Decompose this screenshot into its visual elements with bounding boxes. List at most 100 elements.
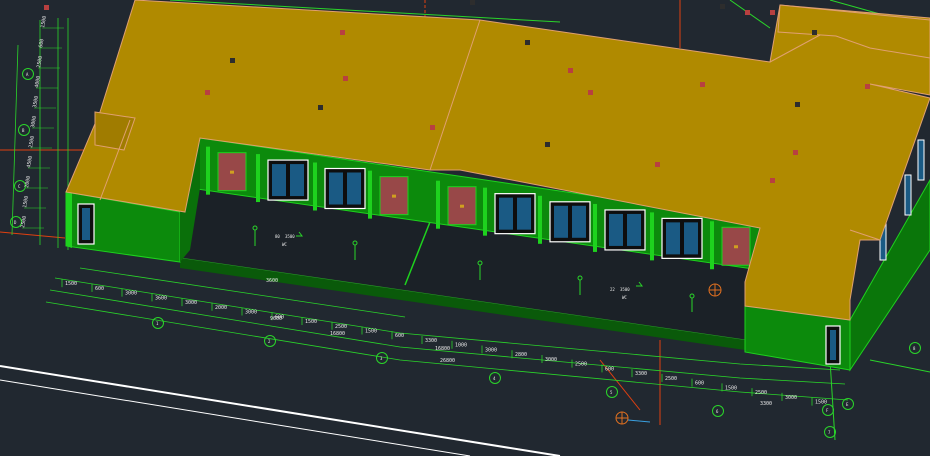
left-dimension-label: 1500 (22, 195, 30, 208)
grid-bubble-label: 2 (268, 339, 271, 344)
dimension-label: 2500 (335, 324, 347, 330)
roof-drain (343, 76, 348, 81)
left-dimension-label: 3500 (32, 95, 40, 108)
dimension-label: 2500 (665, 376, 677, 382)
roof-drain (525, 40, 530, 45)
left-dimension-label: 4000 (34, 75, 42, 88)
grid-bubble: E (842, 398, 854, 410)
left-dimension-label: 600 (38, 38, 45, 48)
room-tag-1: WC (282, 242, 287, 247)
dimension-total: 3300 (760, 401, 772, 407)
roof-drain (430, 125, 435, 130)
cad-3d-scene[interactable]: 12345678ABCDEF 80 3500 22 3500 WC WC 150… (0, 0, 930, 456)
left-dimension-label: 3000 (30, 115, 38, 128)
roof-drain (318, 105, 323, 110)
grid-bubble: A (22, 68, 34, 80)
tag-courtyard-right: 22 (610, 287, 615, 292)
roof-drain (655, 162, 660, 167)
dimension-label: 600 (695, 381, 704, 387)
roof-drain (470, 0, 475, 5)
dimension-label: 3300 (635, 371, 647, 377)
dimension-label: 1500 (65, 281, 77, 287)
roof-drain (568, 68, 573, 73)
dimension-label: 600 (395, 333, 404, 339)
roof-drain (44, 5, 49, 10)
model-viewport[interactable]: 12345678ABCDEF 80 3500 22 3500 WC WC 150… (0, 0, 930, 456)
left-dimension-label: 1500 (40, 15, 48, 28)
roof-drain (812, 30, 817, 35)
grid-bubble-label: B (22, 128, 25, 133)
dimension-label: 2800 (515, 352, 527, 358)
grid-bubble: 2 (264, 335, 276, 347)
facade-window (324, 167, 366, 210)
dimension-label: 3300 (425, 338, 437, 344)
dimension-label: 3000 (185, 300, 197, 306)
grid-bubble-label: 6 (716, 409, 719, 414)
roof-drain (793, 150, 798, 155)
grid-bubble: 4 (489, 372, 501, 384)
facade-door (447, 186, 477, 226)
roof-drain (770, 178, 775, 183)
grid-bubble-label: 1 (156, 321, 159, 326)
facade-door (721, 226, 751, 266)
roof-drain (865, 84, 870, 89)
dimension-total: 16800 (330, 331, 345, 337)
grid-bubble-label: F (826, 408, 829, 413)
dimension-label: 1500 (815, 400, 827, 406)
grid-bubble-label: 4 (493, 376, 496, 381)
facade-door (217, 152, 247, 192)
grid-bubble: 8 (909, 342, 921, 354)
facade-window (661, 217, 703, 259)
facade-window (494, 193, 536, 235)
dimension-total: 16800 (435, 346, 450, 352)
grid-bubble: 7 (824, 426, 836, 438)
facade-window (549, 201, 591, 243)
dimension-label: 3000 (125, 291, 137, 297)
left-dimension-label: 4500 (26, 155, 34, 168)
dimension-label: 3600 (155, 295, 167, 301)
dimension-label: 3000 (485, 347, 497, 353)
facade-window (604, 209, 646, 251)
roof-drain (205, 90, 210, 95)
grid-bubble-label: C (18, 184, 21, 189)
roof-drain (545, 142, 550, 147)
dimension-label: 2000 (215, 305, 227, 311)
left-wing-corner (66, 190, 72, 248)
grid-bubble-label: D (14, 220, 17, 225)
grid-bubble-label: 5 (610, 390, 613, 395)
dimension-label: 3000 (545, 357, 557, 363)
dimension-label: 1500 (365, 329, 377, 335)
roof-drain (340, 30, 345, 35)
tag-courtyard-left-b: 3500 (285, 234, 295, 239)
dimension-label: 1500 (725, 385, 737, 391)
tag-courtyard-left: 80 (275, 234, 280, 239)
grid-bubble: 6 (712, 405, 724, 417)
dimension-label: 2500 (575, 362, 587, 368)
grid-bubble-label: A (26, 72, 29, 77)
grid-bubble: F (822, 404, 834, 416)
left-dimension-label: 2500 (36, 55, 44, 68)
dimension-label: 600 (605, 366, 614, 372)
dimension-total: 9600 (270, 316, 282, 322)
dimension-label: 2500 (755, 390, 767, 396)
grid-bubble: 1 (152, 317, 164, 329)
roof-drain (588, 90, 593, 95)
roof-drain (770, 10, 775, 15)
dimension-label: 3000 (785, 395, 797, 401)
left-wing-window (77, 203, 95, 245)
grid-bubble-label: 7 (828, 430, 831, 435)
grid-bubble: B (18, 124, 30, 136)
roof-drain (745, 10, 750, 15)
roof-drain (720, 4, 725, 9)
left-dimension-label: 2500 (28, 135, 36, 148)
dimension-total: 3600 (266, 278, 278, 284)
roof-drain (700, 82, 705, 87)
dimension-label: 3000 (245, 310, 257, 316)
left-dimension-label: 2000 (24, 175, 32, 188)
grid-bubble-label: E (846, 402, 849, 407)
facade-door (379, 176, 409, 216)
tag-courtyard-right-b: 3500 (620, 287, 630, 292)
room-tag-2: WC (622, 295, 627, 300)
right-wing-window (825, 325, 841, 365)
dimension-total: 26800 (440, 358, 455, 364)
